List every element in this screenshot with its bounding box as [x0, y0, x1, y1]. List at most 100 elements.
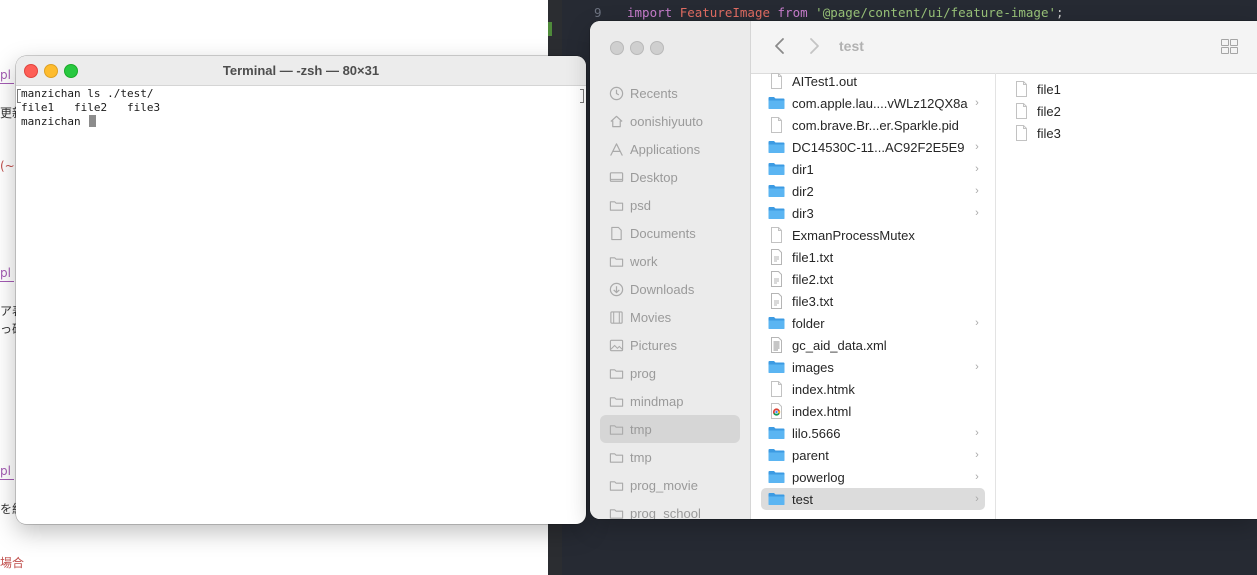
- sidebar-item-label: Desktop: [630, 169, 678, 185]
- finder-sidebar: Recents oonishiyuuto Applications Desktop ps…: [590, 21, 751, 519]
- bg-fragment: (~: [0, 159, 15, 173]
- folder-row[interactable]: lilo.5666 ›: [761, 422, 985, 444]
- sidebar-item-psd[interactable]: psd: [600, 191, 740, 219]
- file-name: lilo.5666: [792, 425, 841, 441]
- file-row[interactable]: file2: [1006, 100, 1246, 122]
- folder-icon: [767, 425, 785, 441]
- sidebar-item-pictures[interactable]: Pictures: [600, 331, 740, 359]
- folder-row[interactable]: DC14530C-11...AC92F2E5E9 ›: [761, 136, 985, 158]
- file-row[interactable]: file2.txt: [761, 268, 985, 290]
- file-row[interactable]: file3: [1006, 122, 1246, 144]
- folder-row[interactable]: powerlog ›: [761, 466, 985, 488]
- bg-fragment: pl: [0, 68, 14, 84]
- file-row[interactable]: index.html: [761, 400, 985, 422]
- folder-icon: [767, 469, 785, 485]
- file-row[interactable]: index.htmk: [761, 378, 985, 400]
- file-name: file1.txt: [792, 249, 834, 265]
- code-keyword-import: import: [627, 5, 673, 20]
- code-string: '@page/content/ui/feature-image': [815, 5, 1056, 20]
- file-name: file2.txt: [792, 271, 834, 287]
- sidebar-item-label: Documents: [630, 225, 696, 241]
- folder-icon: [767, 447, 785, 463]
- back-chevron-icon[interactable]: [773, 36, 787, 56]
- sidebar-item-label: Applications: [630, 141, 701, 157]
- sidebar-item-tmp[interactable]: tmp: [600, 443, 740, 471]
- terminal-output[interactable]: manzichan ls ./test/ file1 file2 file3 m…: [21, 87, 581, 517]
- sidebar-item-oonishiyuuto[interactable]: oonishiyuuto: [600, 107, 740, 135]
- code-identifier: FeatureImage: [679, 5, 770, 20]
- sidebar-item-prog-school[interactable]: prog_school: [600, 499, 740, 519]
- terminal-prompt-line: manzichan: [21, 115, 581, 129]
- sidebar-item-prog[interactable]: prog: [600, 359, 740, 387]
- terminal-window[interactable]: Terminal — -zsh — 80×31 manzichan ls ./t…: [16, 56, 586, 524]
- sidebar-item-recents[interactable]: Recents: [600, 79, 740, 107]
- view-grid-icon[interactable]: [1221, 39, 1239, 55]
- terminal-titlebar[interactable]: Terminal — -zsh — 80×31: [16, 56, 586, 86]
- terminal-prompt: manzichan: [21, 115, 88, 128]
- chrome-file-icon: [767, 403, 785, 419]
- file-row[interactable]: file1: [1006, 78, 1246, 100]
- file-column-tmp[interactable]: AITest1.out com.apple.lau....vWLz12QX8a › c…: [751, 73, 996, 519]
- file-column-test[interactable]: file1 file2 file3: [996, 73, 1257, 519]
- folder-icon: [767, 205, 785, 221]
- folder-row[interactable]: test ›: [761, 488, 985, 510]
- folder-icon: [767, 359, 785, 375]
- chevron-right-icon: ›: [975, 207, 979, 219]
- file-name: com.brave.Br...er.Sparkle.pid: [792, 117, 959, 133]
- folder-icon: [608, 393, 624, 409]
- clock-icon: [608, 85, 624, 101]
- sidebar-item-downloads[interactable]: Downloads: [600, 275, 740, 303]
- git-change-marker: [548, 22, 552, 36]
- file-row[interactable]: file3.txt: [761, 290, 985, 312]
- line-number: 9: [594, 5, 602, 20]
- sidebar-item-work[interactable]: work: [600, 247, 740, 275]
- minimize-button[interactable]: [630, 41, 644, 55]
- folder-row[interactable]: dir2 ›: [761, 180, 985, 202]
- sidebar-item-desktop[interactable]: Desktop: [600, 163, 740, 191]
- zoom-button[interactable]: [650, 41, 664, 55]
- file-name: test: [792, 491, 813, 507]
- folder-icon: [608, 477, 624, 493]
- sidebar-item-label: Downloads: [630, 281, 695, 297]
- file-row[interactable]: com.brave.Br...er.Sparkle.pid: [761, 114, 985, 136]
- file-name: index.html: [792, 403, 852, 419]
- text-file-icon: [767, 293, 785, 309]
- sidebar-item-label: mindmap: [630, 393, 684, 409]
- sidebar-item-label: prog: [630, 365, 657, 381]
- folder-row[interactable]: parent ›: [761, 444, 985, 466]
- file-name: ExmanProcessMutex: [792, 227, 915, 243]
- file-name: gc_aid_data.xml: [792, 337, 887, 353]
- sidebar-item-documents[interactable]: Documents: [600, 219, 740, 247]
- folder-row[interactable]: folder ›: [761, 312, 985, 334]
- sidebar-item-label: prog_school: [630, 505, 701, 520]
- close-button[interactable]: [610, 41, 624, 55]
- finder-window[interactable]: Recents oonishiyuuto Applications Desktop ps…: [590, 21, 1257, 519]
- file-row[interactable]: ExmanProcessMutex: [761, 224, 985, 246]
- sidebar-item-applications[interactable]: Applications: [600, 135, 740, 163]
- sidebar-item-prog-movie[interactable]: prog_movie: [600, 471, 740, 499]
- folder-row[interactable]: com.apple.lau....vWLz12QX8a ›: [761, 92, 985, 114]
- chevron-right-icon: ›: [975, 317, 979, 329]
- sidebar-item-mindmap[interactable]: mindmap: [600, 387, 740, 415]
- file-name: file1: [1037, 81, 1061, 97]
- sidebar-item-movies[interactable]: Movies: [600, 303, 740, 331]
- file-row[interactable]: file1.txt: [761, 246, 985, 268]
- file-icon: [767, 381, 785, 397]
- chevron-right-icon: ›: [975, 141, 979, 153]
- file-row[interactable]: AITest1.out: [761, 73, 985, 92]
- text-file-icon: [767, 249, 785, 265]
- folder-icon: [767, 491, 785, 507]
- xml-file-icon: [767, 337, 785, 353]
- file-row[interactable]: gc_aid_data.xml: [761, 334, 985, 356]
- folder-row[interactable]: dir3 ›: [761, 202, 985, 224]
- chevron-right-icon: ›: [975, 427, 979, 439]
- folder-row[interactable]: dir1 ›: [761, 158, 985, 180]
- terminal-line: manzichan ls ./test/: [21, 87, 154, 100]
- sidebar-item-label: Pictures: [630, 337, 677, 353]
- file-icon: [1012, 103, 1030, 119]
- folder-row[interactable]: images ›: [761, 356, 985, 378]
- sidebar-item-tmp[interactable]: tmp: [600, 415, 740, 443]
- folder-icon: [608, 365, 624, 381]
- folder-icon: [767, 315, 785, 331]
- forward-chevron-icon[interactable]: [807, 36, 821, 56]
